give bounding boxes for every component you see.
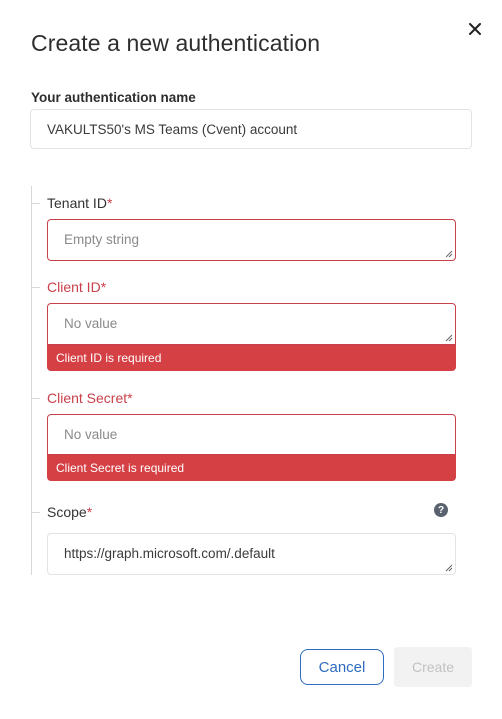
cancel-button[interactable]: Cancel xyxy=(300,649,384,685)
create-button[interactable]: Create xyxy=(394,647,472,687)
client-secret-field[interactable]: No value xyxy=(47,414,456,455)
tree-tick xyxy=(31,203,40,204)
close-icon xyxy=(469,23,481,35)
dialog-title: Create a new authentication xyxy=(31,30,321,56)
required-marker: * xyxy=(127,390,133,406)
auth-name-input[interactable]: VAKULTS50's MS Teams (Cvent) account xyxy=(30,109,472,149)
client-id-error: Client ID is required xyxy=(47,345,456,371)
client-secret-label: Client Secret* xyxy=(47,390,133,406)
client-id-field[interactable]: No value xyxy=(47,303,456,345)
tree-tick xyxy=(31,512,40,513)
required-marker: * xyxy=(100,279,107,295)
tree-tick xyxy=(31,398,40,399)
required-marker: * xyxy=(86,504,93,520)
auth-name-label: Your authentication name xyxy=(31,90,196,105)
tree-tick xyxy=(31,287,40,288)
resize-handle-icon[interactable] xyxy=(445,564,453,572)
auth-name-value: VAKULTS50's MS Teams (Cvent) account xyxy=(47,121,298,137)
tenant-id-placeholder: Empty string xyxy=(64,232,140,247)
scope-field[interactable]: https://graph.microsoft.com/.default xyxy=(47,533,456,575)
client-id-placeholder: No value xyxy=(64,316,118,331)
client-secret-placeholder: No value xyxy=(64,427,118,442)
tenant-id-field[interactable]: Empty string xyxy=(47,219,456,261)
resize-handle-icon[interactable] xyxy=(445,334,453,342)
resize-handle-icon[interactable] xyxy=(445,250,453,258)
scope-value: https://graph.microsoft.com/.default xyxy=(64,546,275,561)
tenant-id-label: Tenant ID* xyxy=(47,195,113,211)
create-authentication-dialog: Create a new authentication Your authent… xyxy=(0,0,502,719)
required-marker: * xyxy=(106,195,113,211)
tree-connector-line xyxy=(31,186,32,575)
question-circle-icon[interactable]: ? xyxy=(434,503,448,517)
client-secret-error: Client Secret is required xyxy=(47,455,456,481)
close-button[interactable] xyxy=(465,19,485,39)
client-id-label: Client ID* xyxy=(47,279,107,295)
scope-label: Scope* xyxy=(47,504,93,520)
